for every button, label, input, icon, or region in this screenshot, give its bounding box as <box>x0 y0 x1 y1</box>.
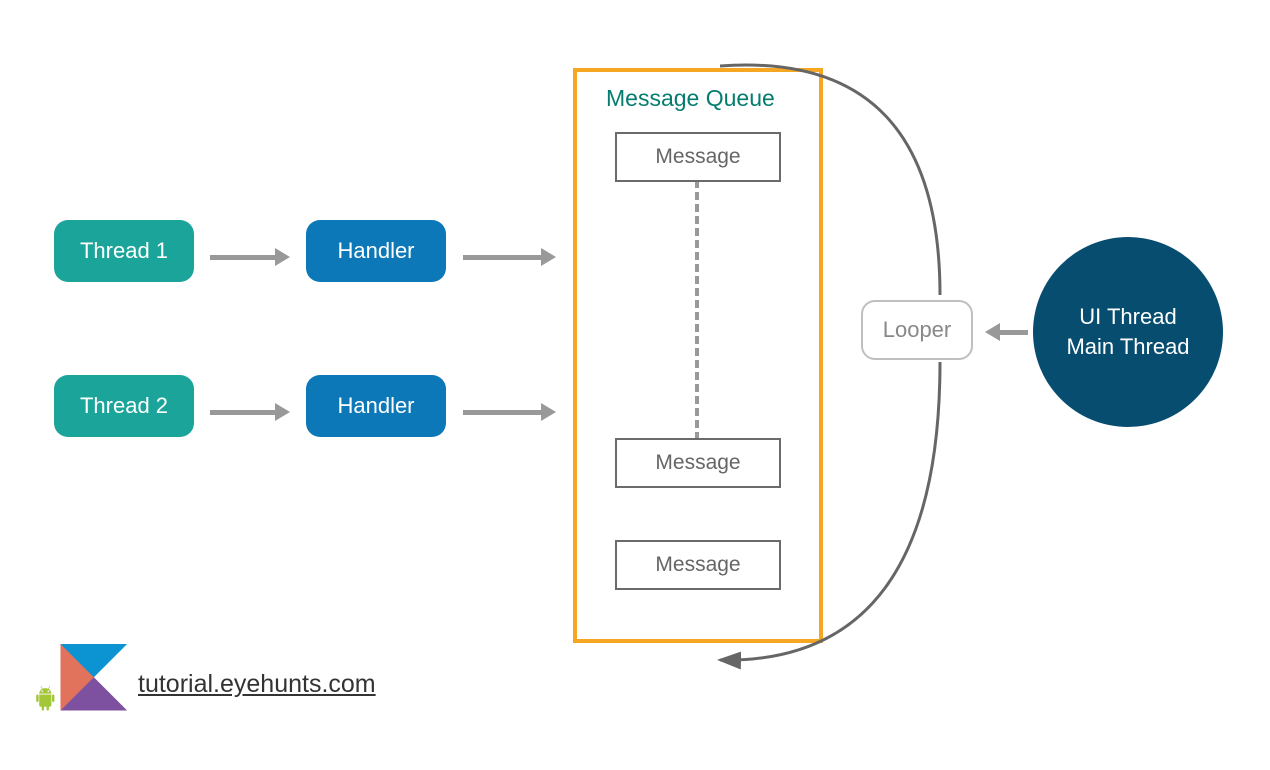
message-2-label: Message <box>655 451 740 475</box>
handler-1-label: Handler <box>337 238 414 264</box>
arrow-thread2-handler2 <box>210 403 290 421</box>
thread-2-box: Thread 2 <box>54 375 194 437</box>
message-dashed-connector <box>695 180 699 440</box>
ui-thread-circle: UI Thread Main Thread <box>1033 237 1223 427</box>
handler-2-box: Handler <box>306 375 446 437</box>
kotlin-logo <box>32 644 127 739</box>
thread-2-label: Thread 2 <box>80 393 168 419</box>
looper-box: Looper <box>861 300 973 360</box>
looper-label: Looper <box>883 317 952 343</box>
handler-2-label: Handler <box>337 393 414 419</box>
arrow-handler2-queue <box>463 403 556 421</box>
ui-thread-line1: UI Thread <box>1079 302 1176 332</box>
message-3-box: Message <box>615 540 781 590</box>
message-queue-title: Message Queue <box>606 85 775 112</box>
footer-link[interactable]: tutorial.eyehunts.com <box>138 670 376 699</box>
message-1-box: Message <box>615 132 781 182</box>
handler-1-box: Handler <box>306 220 446 282</box>
diagram-canvas: Thread 1 Thread 2 Handler Handler Messag… <box>0 0 1270 770</box>
thread-1-label: Thread 1 <box>80 238 168 264</box>
thread-1-box: Thread 1 <box>54 220 194 282</box>
arrow-uithread-looper <box>985 323 1028 341</box>
message-3-label: Message <box>655 553 740 577</box>
arrow-handler1-queue <box>463 248 556 266</box>
message-2-box: Message <box>615 438 781 488</box>
ui-thread-line2: Main Thread <box>1066 332 1189 362</box>
arrow-thread1-handler1 <box>210 248 290 266</box>
message-1-label: Message <box>655 145 740 169</box>
